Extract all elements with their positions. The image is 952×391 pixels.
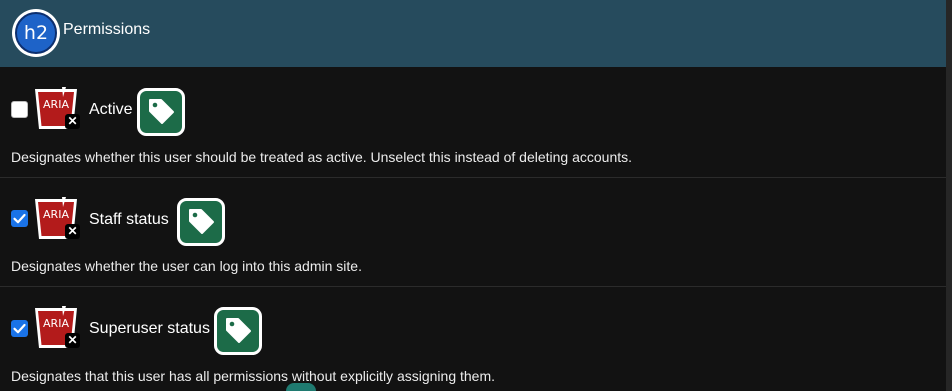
aria-label: ARIA [43,317,69,330]
partial-icon-peek [286,383,316,391]
active-label[interactable]: Active [89,101,133,119]
staff-status-label[interactable]: Staff status [89,211,169,229]
staff-status-help-text: Designates whether the user can log into… [11,258,362,274]
permissions-fieldset: h2 Permissions ARIA ✕ Active Designates … [0,0,952,391]
superuser-status-checkbox[interactable] [11,320,28,337]
aria-warning-icon: ARIA ✕ [32,195,80,243]
close-icon: ✕ [65,224,80,239]
aria-label: ARIA [43,98,69,111]
check-icon [13,213,26,224]
scrollbar-track[interactable] [946,0,952,391]
aria-label: ARIA [43,208,69,221]
close-icon: ✕ [65,333,80,348]
active-help-text: Designates whether this user should be t… [11,149,633,165]
aria-warning-icon: ARIA ✕ [32,304,80,352]
superuser-status-help-text: Designates that this user has all permis… [11,368,496,384]
tag-icon [137,88,185,136]
permission-row-staff-status: ARIA ✕ Staff status Designates whether t… [0,178,946,287]
aria-warning-icon: ARIA ✕ [32,85,80,133]
permission-row-active: ARIA ✕ Active Designates whether this us… [0,67,946,178]
h2-logo-icon: h2 [12,9,60,57]
check-icon [13,323,26,334]
fieldset-title: Permissions [63,21,151,38]
active-checkbox[interactable] [11,101,28,118]
tag-icon [214,307,262,355]
permission-row-superuser-status: ARIA ✕ Superuser status Designates that … [0,287,946,391]
h2-logo-text: h2 [15,12,57,54]
staff-status-checkbox[interactable] [11,210,28,227]
tag-icon [177,198,225,246]
close-icon: ✕ [65,114,80,129]
superuser-status-label[interactable]: Superuser status [89,320,210,338]
fieldset-header: h2 Permissions [0,0,946,67]
